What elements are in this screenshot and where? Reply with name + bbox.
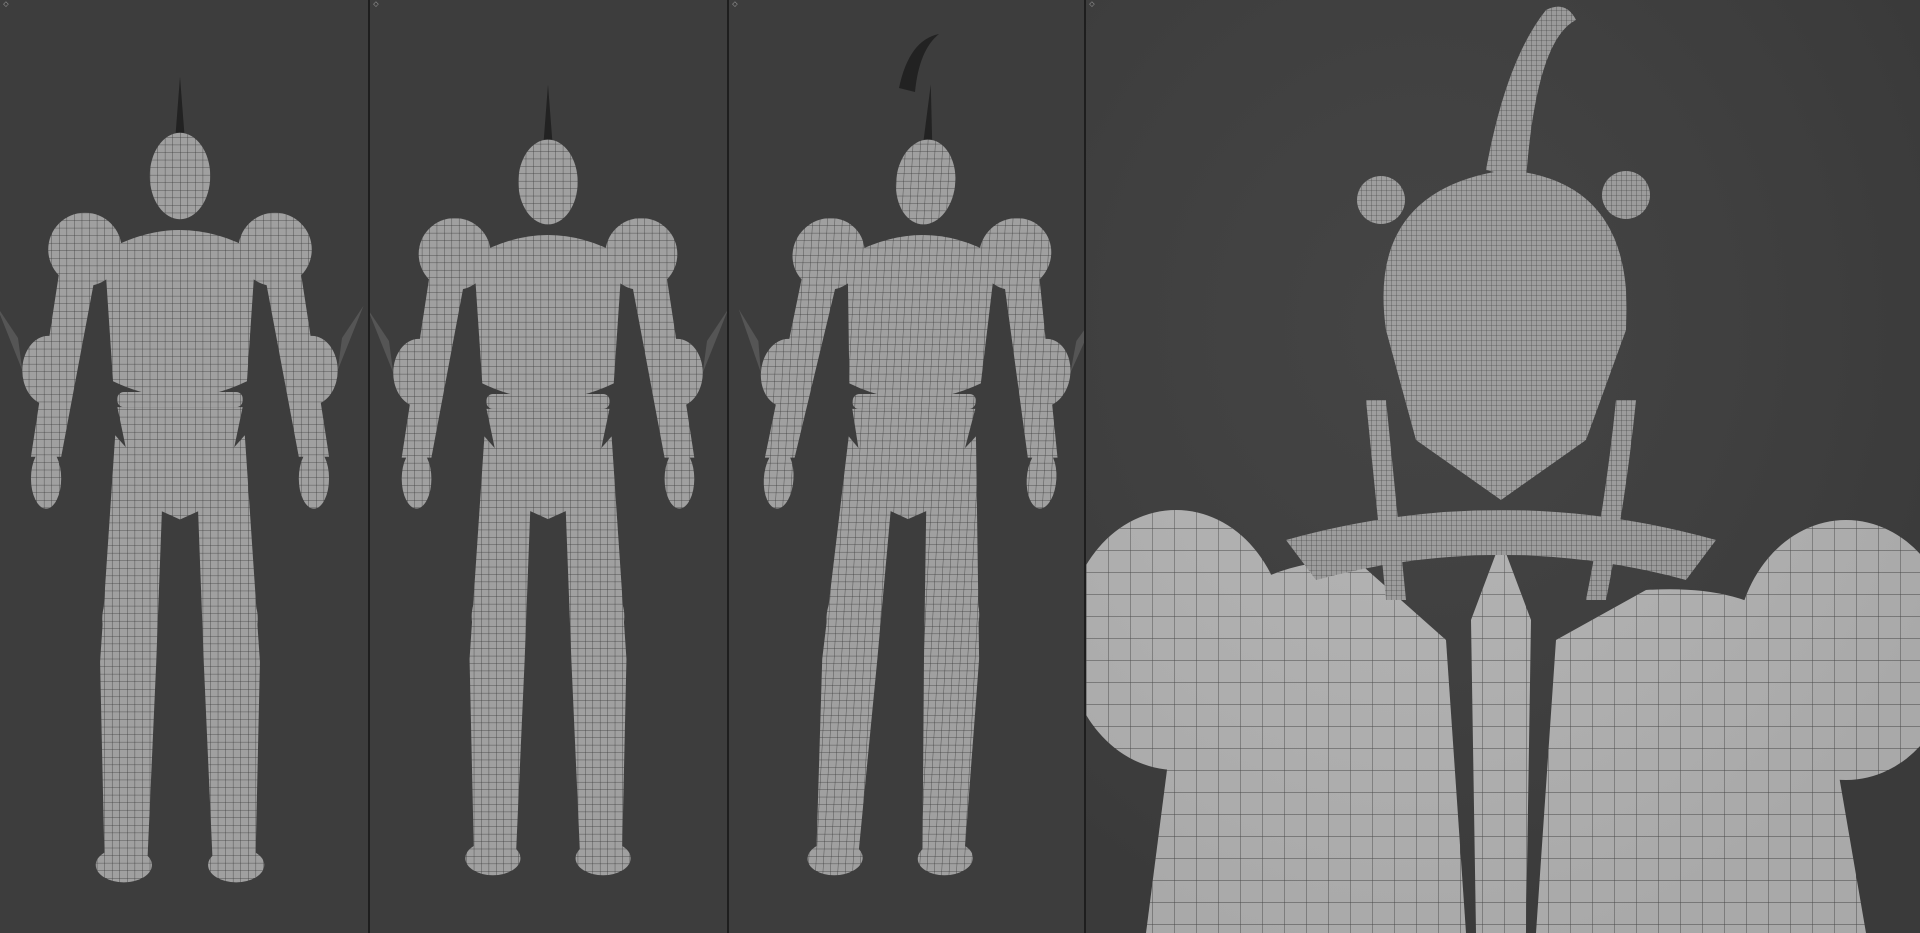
viewport-front[interactable]: ◇ — [0, 0, 368, 933]
viewport-close-up[interactable]: ◇ — [1086, 0, 1920, 933]
viewport-three-quarter[interactable]: ◇ — [729, 0, 1084, 933]
mesh-figure-front — [0, 76, 364, 883]
blender-workspace: ◇ ◇ ◇ ◇ — [0, 0, 1920, 933]
mesh-figure-three-quarter — [729, 34, 1084, 876]
mesh-figure-back — [370, 84, 727, 876]
viewport-back[interactable]: ◇ — [370, 0, 727, 933]
mesh-head-close-up — [1086, 0, 1920, 933]
